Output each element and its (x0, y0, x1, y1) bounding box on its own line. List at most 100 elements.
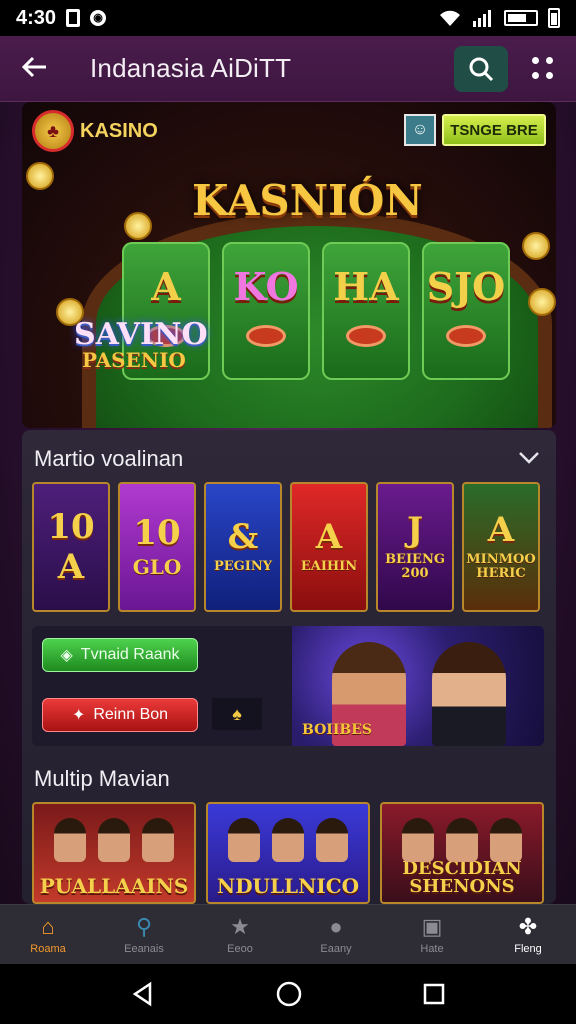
game-card-title: A (487, 509, 515, 550)
game-card-subtitle: MINMOO HERIC (466, 551, 536, 581)
app-bar: Indanasia AiDiTT (0, 36, 576, 102)
reel-symbol: SJO (426, 264, 506, 309)
nav-item-search[interactable]: ⚲ Eeanais (99, 913, 189, 955)
square-icon (66, 9, 81, 27)
circle-icon: ◉ (90, 10, 107, 26)
search-icon: ⚲ (135, 913, 153, 939)
recents-square-icon[interactable] (422, 982, 446, 1006)
reel-symbol: HA (333, 264, 399, 309)
featured-card[interactable]: DESCIDIAN SHENONS (380, 802, 544, 904)
user-avatar[interactable]: ☺ (404, 114, 436, 146)
game-card-subtitle: GLO (132, 555, 182, 579)
battery-saver-icon (504, 10, 538, 26)
slot-reel: KO (222, 242, 310, 380)
search-button[interactable] (454, 45, 508, 92)
promo-art[interactable]: BOIIBES (292, 626, 544, 746)
system-nav-bar (0, 964, 576, 1024)
slot-reel: SJO (422, 242, 510, 380)
game-card-title: 10 (47, 507, 95, 547)
green-action-button[interactable]: ◈ Tvnaid Raank (42, 638, 198, 672)
game-card-title: & (227, 516, 259, 557)
nav-label: Hate (420, 942, 444, 955)
featured-card-title: PUALLAAINS (39, 874, 189, 898)
chip-icon (446, 325, 486, 347)
hero-action-button[interactable]: TSNGE BRE (442, 114, 546, 146)
promo-art-label: BOIIBES (302, 722, 372, 738)
hero-subtitle-main: SAVINO (74, 317, 208, 352)
game-card[interactable]: & PEGINY (204, 482, 282, 612)
featured-card[interactable]: PUALLAAINS (32, 802, 196, 904)
game-card-title: A (315, 516, 343, 557)
home-icon: ⌂ (41, 913, 55, 939)
gift-icon: ✦ (71, 707, 86, 724)
back-triangle-icon[interactable] (130, 981, 156, 1007)
game-card-subtitle: EAIHIN (300, 558, 358, 574)
hostess-image (432, 642, 506, 746)
page-title: Indanasia AiDiTT (90, 53, 292, 83)
more-options-icon[interactable] (532, 56, 556, 81)
chevron-down-icon[interactable] (518, 448, 540, 471)
battery-icon (548, 8, 560, 28)
roulette-logo-icon: ♣ (32, 110, 74, 152)
chip-icon (246, 325, 286, 347)
section-title: Martio voalinan (34, 446, 184, 471)
game-card[interactable]: A MINMOO HERIC (462, 482, 540, 612)
bottom-nav: ⌂ Roama ⚲ Eeanais ★ Eeoo ● Eaany ▣ Hate … (0, 904, 576, 964)
featured-row: PUALLAAINS NDULLNICO DESCIDIAN SHENONS (32, 802, 544, 904)
game-card-subtitle: PEGINY (213, 558, 273, 574)
chip-icon (346, 325, 386, 347)
search-icon (469, 57, 494, 81)
nav-item-puzzle[interactable]: ✤ Fleng (483, 913, 573, 955)
game-card-subtitle: BEIENG 200 (385, 551, 445, 581)
home-circle-icon[interactable] (275, 980, 303, 1008)
status-bar: 4:30 ◉ (0, 0, 576, 36)
nav-label: Eaany (320, 942, 352, 955)
status-time: 4:30 (16, 6, 57, 29)
hero-title: KASNIÓN (192, 176, 423, 225)
nav-label: Eeanais (124, 942, 164, 955)
red-button-label: Reinn Bon (93, 706, 169, 723)
nav-item-star[interactable]: ★ Eeoo (195, 913, 285, 955)
puzzle-icon: ✤ (518, 913, 538, 939)
game-card-title: 10 (133, 513, 181, 553)
signal-icon (473, 10, 491, 27)
nav-item-bag[interactable]: ▣ Hate (387, 913, 477, 955)
green-button-label: Tvnaid Raank (80, 646, 180, 663)
hero-subtitle-secondary: PASENIO (82, 348, 186, 372)
nav-label: Roama (30, 942, 66, 955)
coin-icon (124, 212, 152, 240)
coin-icon (26, 162, 54, 190)
games-panel: Martio voalinan 10 A 10 GLO & PEGINY A EAIHI… (22, 430, 556, 904)
section-title: Multip Mavian (34, 766, 170, 791)
hero-subtitle: SAVINO PASENIO (74, 317, 208, 372)
games-row: 10 A 10 GLO & PEGINY A EAIHIN J BEIENG 200 AM… (32, 482, 540, 612)
featured-card[interactable]: NDULLNICO (206, 802, 370, 904)
nav-label: Eeoo (227, 942, 253, 955)
reel-symbol: A (151, 264, 181, 309)
red-action-button[interactable]: ✦ Reinn Bon (42, 698, 198, 732)
back-arrow-icon[interactable] (20, 52, 54, 86)
nav-label: Fleng (514, 942, 542, 955)
nav-item-home[interactable]: ⌂ Roama (3, 913, 93, 955)
coin-icon (522, 232, 550, 260)
wifi-icon (440, 10, 460, 26)
coin-icon (528, 288, 556, 316)
game-card[interactable]: 10 GLO (118, 482, 196, 612)
mini-game-icon[interactable]: ♠ (212, 698, 262, 730)
nav-item-user[interactable]: ● Eaany (291, 914, 381, 955)
featured-card-title: DESCIDIAN SHENONS (402, 858, 522, 897)
logo-text: KASINO (80, 119, 158, 142)
game-card-title: J (406, 509, 424, 550)
game-card[interactable]: A EAIHIN (290, 482, 368, 612)
hero-banner[interactable]: ♣ KASINO ☺ TSNGE BRE KASNIÓN A KO HA SJO… (22, 102, 556, 428)
game-card[interactable]: J BEIENG 200 (376, 482, 454, 612)
game-card-subtitle: A (57, 547, 85, 587)
promo-strip: ◈ Tvnaid Raank ✦ Reinn Bon ♠ BOIIBES (32, 626, 544, 746)
slot-reel: HA (322, 242, 410, 380)
featured-card-title: NDULLNICO (216, 874, 360, 898)
chest-icon: ◈ (60, 647, 73, 664)
bag-icon: ▣ (421, 913, 443, 939)
star-icon: ★ (230, 913, 250, 939)
reel-symbol: KO (233, 264, 299, 309)
game-card[interactable]: 10 A (32, 482, 110, 612)
